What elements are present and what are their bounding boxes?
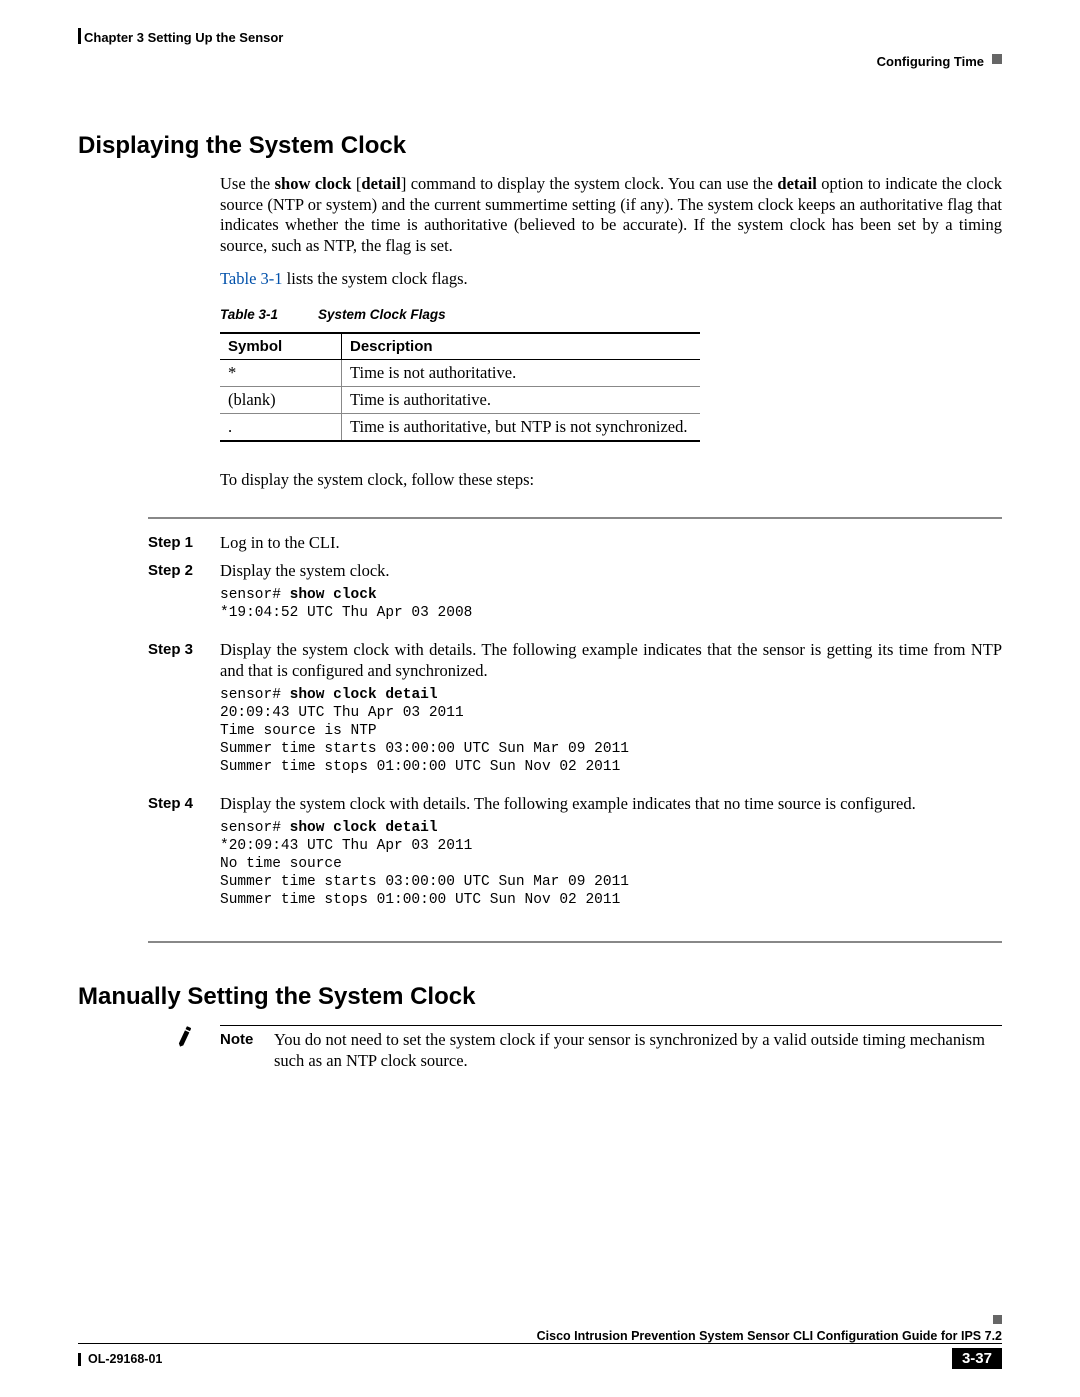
step-label: Step 3 <box>148 640 220 786</box>
th-description: Description <box>342 333 701 360</box>
note-text: You do not need to set the system clock … <box>274 1030 1002 1071</box>
table-row: * Time is not authoritative. <box>220 360 700 387</box>
code-block: sensor# show clock *19:04:52 UTC Thu Apr… <box>220 586 1002 622</box>
clock-flags-table: Symbol Description * Time is not authori… <box>220 332 700 442</box>
step-1: Step 1 Log in to the CLI. <box>148 533 1002 554</box>
steps-bottom-rule <box>148 941 1002 943</box>
step-body: Display the system clock with details. T… <box>220 640 1002 786</box>
footer-marker-icon <box>993 1315 1002 1324</box>
intro-paragraph: Use the show clock [detail] command to d… <box>220 174 1002 257</box>
code-block: sensor# show clock detail *20:09:43 UTC … <box>220 819 1002 910</box>
table-reference: Table 3-1 lists the system clock flags. <box>220 269 1002 290</box>
section-heading-display-clock: Displaying the System Clock <box>78 132 1002 160</box>
cell-desc: Time is authoritative, but NTP is not sy… <box>342 414 701 442</box>
table-row: (blank) Time is authoritative. <box>220 387 700 414</box>
table-header-row: Symbol Description <box>220 333 700 360</box>
footer-rule <box>78 1343 1002 1344</box>
step-text: Display the system clock. <box>220 561 390 580</box>
note-icon-cell <box>166 1025 220 1071</box>
cell-symbol: . <box>220 414 342 442</box>
footer-title: Cisco Intrusion Prevention System Sensor… <box>78 1329 1002 1343</box>
pencil-icon <box>171 1022 199 1050</box>
step-label: Step 4 <box>148 794 220 919</box>
footer-doc-id: OL-29168-01 <box>78 1352 162 1366</box>
step-text: Log in to the CLI. <box>220 533 1002 554</box>
table-caption: Table 3-1System Clock Flags <box>220 307 1002 322</box>
page: Chapter 3 Setting Up the Sensor Configur… <box>0 0 1080 1397</box>
steps-lead-in: To display the system clock, follow thes… <box>220 470 1002 491</box>
step-text: Display the system clock with details. T… <box>220 794 916 813</box>
content: Displaying the System Clock Use the show… <box>78 132 1002 1072</box>
cell-symbol: * <box>220 360 342 387</box>
code-block: sensor# show clock detail 20:09:43 UTC T… <box>220 686 1002 777</box>
header-section: Configuring Time <box>877 54 984 69</box>
steps-top-rule <box>148 517 1002 519</box>
step-4: Step 4 Display the system clock with det… <box>148 794 1002 919</box>
footer-row: OL-29168-01 3-37 <box>78 1348 1002 1369</box>
th-symbol: Symbol <box>220 333 342 360</box>
step-3: Step 3 Display the system clock with det… <box>148 640 1002 786</box>
page-header: Chapter 3 Setting Up the Sensor Configur… <box>78 30 1002 70</box>
cell-symbol: (blank) <box>220 387 342 414</box>
steps-block: Step 1 Log in to the CLI. Step 2 Display… <box>148 517 1002 944</box>
step-body: Display the system clock with details. T… <box>220 794 1002 919</box>
step-2: Step 2 Display the system clock. sensor#… <box>148 561 1002 632</box>
note-label: Note <box>220 1030 274 1071</box>
step-body: Display the system clock. sensor# show c… <box>220 561 1002 632</box>
cell-desc: Time is not authoritative. <box>342 360 701 387</box>
step-text: Display the system clock with details. T… <box>220 640 1002 680</box>
section-body: Use the show clock [detail] command to d… <box>220 174 1002 491</box>
note-block: Note You do not need to set the system c… <box>166 1025 1002 1071</box>
header-chapter: Chapter 3 Setting Up the Sensor <box>84 30 283 45</box>
header-marker-icon <box>992 54 1002 64</box>
table-row: . Time is authoritative, but NTP is not … <box>220 414 700 442</box>
note-rule <box>220 1025 1002 1026</box>
cell-desc: Time is authoritative. <box>342 387 701 414</box>
step-label: Step 1 <box>148 533 220 554</box>
section-heading-manual-clock: Manually Setting the System Clock <box>78 983 1002 1011</box>
step-label: Step 2 <box>148 561 220 632</box>
table-link[interactable]: Table 3-1 <box>220 269 283 288</box>
page-footer: Cisco Intrusion Prevention System Sensor… <box>78 1329 1002 1369</box>
page-number: 3-37 <box>952 1348 1002 1369</box>
